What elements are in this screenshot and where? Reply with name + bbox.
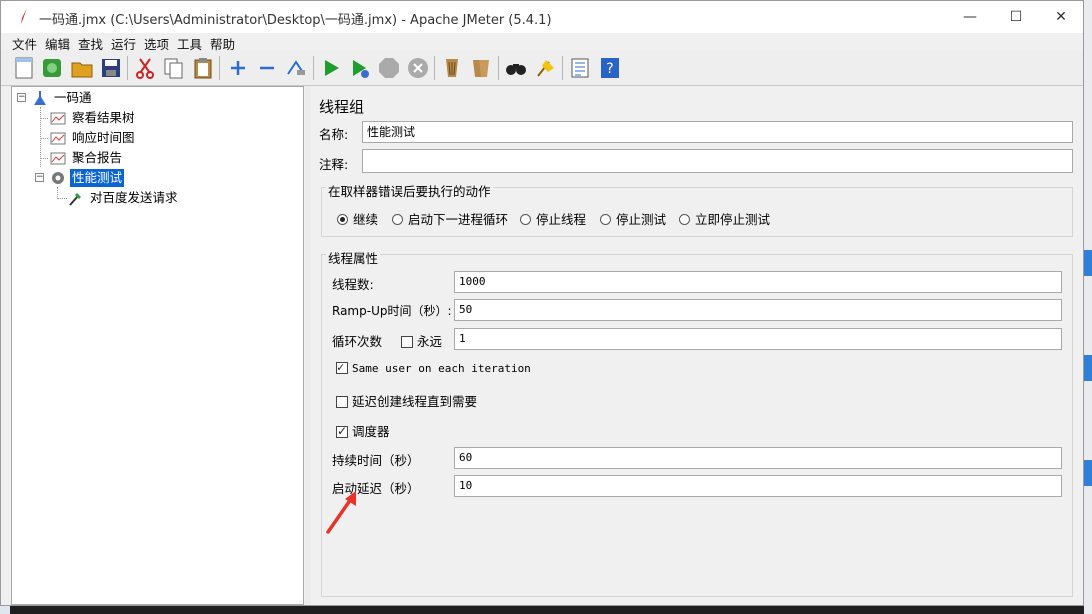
toggle-icon[interactable] — [284, 56, 308, 80]
collapse-thread-group-toggle[interactable]: − — [35, 173, 44, 182]
listener-chart-icon — [50, 132, 66, 145]
listener-chart-icon — [50, 152, 66, 165]
start-icon[interactable] — [319, 56, 343, 80]
desktop-widget — [1084, 460, 1092, 486]
duration-field[interactable]: 60 — [454, 447, 1062, 469]
expand-icon[interactable] — [226, 56, 250, 80]
thread-group-panel: 线程组 名称: 性能测试 注释: 在取样器错误后要执行的动作 继续 启动下一进程… — [311, 86, 1083, 605]
clear-all-icon[interactable] — [469, 56, 493, 80]
comment-label: 注释: — [319, 157, 349, 172]
checkbox-unchecked-icon — [401, 336, 413, 348]
jmeter-window: 一码通.jmx (C:\Users\Administrator\Desktop\… — [0, 0, 1084, 606]
radio-start-next-loop[interactable]: 启动下一进程循环 — [392, 209, 508, 228]
help-icon[interactable]: ? — [598, 56, 622, 80]
shutdown-icon[interactable] — [406, 56, 430, 80]
rampup-label: Ramp-Up时间（秒）: — [332, 304, 452, 318]
error-action-group: 在取样器错误后要执行的动作 继续 启动下一进程循环 停止线程 停止测试 立即停止… — [321, 181, 1073, 237]
toolbar: ? — [1, 51, 1083, 86]
radio-stop-test[interactable]: 停止测试 — [600, 209, 666, 228]
cut-icon[interactable] — [133, 56, 157, 80]
forever-checkbox[interactable]: 永远 — [401, 331, 442, 350]
startup-delay-field[interactable]: 10 — [454, 475, 1062, 497]
collapse-icon[interactable] — [255, 56, 279, 80]
stop-icon[interactable] — [377, 56, 401, 80]
checkbox-checked-icon — [336, 424, 348, 438]
threads-field[interactable]: 1000 — [454, 271, 1062, 293]
comment-field[interactable] — [362, 149, 1073, 173]
duration-label: 持续时间（秒） — [332, 453, 420, 468]
test-plan-tree: − 一码通 察看结果树 响应时间图 聚合报告 − 性能测试 对百度发送请求 — [11, 86, 304, 605]
new-icon[interactable] — [12, 56, 36, 80]
paste-icon[interactable] — [191, 56, 215, 80]
radio-stop-test-now[interactable]: 立即停止测试 — [679, 209, 770, 228]
radio-continue[interactable]: 继续 — [337, 209, 378, 228]
function-helper-icon[interactable] — [568, 56, 592, 80]
pipette-sampler-icon — [69, 193, 81, 206]
loop-count-label: 循环次数 — [332, 334, 383, 349]
maximize-button[interactable]: ☐ — [993, 3, 1039, 31]
desktop-widget — [1084, 355, 1092, 381]
scheduler-checkbox[interactable]: 调度器 — [336, 421, 390, 440]
checkbox-unchecked-icon — [336, 396, 348, 408]
open-icon[interactable] — [70, 56, 94, 80]
delay-thread-creation-checkbox[interactable]: 延迟创建线程直到需要 — [336, 391, 477, 410]
gear-icon — [52, 172, 64, 184]
rampup-field[interactable]: 50 — [454, 299, 1062, 321]
radio-unselected-icon — [520, 214, 531, 225]
desktop-widget — [1084, 250, 1092, 276]
name-label: 名称: — [319, 127, 349, 142]
templates-icon[interactable] — [40, 56, 64, 80]
window-title: 一码通.jmx (C:\Users\Administrator\Desktop\… — [39, 13, 552, 28]
annotation-arrow-icon — [326, 491, 356, 534]
threads-label: 线程数: — [332, 277, 374, 292]
test-plan-icon — [34, 91, 46, 105]
desktop-right-edge — [1084, 0, 1092, 614]
page-title: 线程组 — [319, 98, 365, 116]
search-icon[interactable] — [504, 56, 528, 80]
radio-unselected-icon — [600, 214, 611, 225]
thread-properties-group: 线程属性 线程数: 1000 Ramp-Up时间（秒）: 50 循环次数 永远 … — [321, 248, 1073, 597]
radio-stop-thread[interactable]: 停止线程 — [520, 209, 586, 228]
name-field[interactable]: 性能测试 — [362, 121, 1073, 143]
menu-bar: 文件 编辑 查找 运行 选项 工具 帮助 — [1, 33, 1083, 52]
minimize-button[interactable]: — — [947, 3, 993, 31]
radio-selected-icon — [337, 214, 348, 225]
save-icon[interactable] — [99, 56, 123, 80]
svg-text:?: ? — [606, 61, 613, 77]
checkbox-checked-icon — [336, 360, 348, 374]
radio-unselected-icon — [392, 214, 403, 225]
thread-properties-title: 线程属性 — [326, 248, 381, 267]
radio-unselected-icon — [679, 214, 690, 225]
clear-icon[interactable] — [440, 56, 464, 80]
error-action-title: 在取样器错误后要执行的动作 — [326, 181, 493, 200]
close-button[interactable]: ✕ — [1038, 3, 1084, 31]
listener-chart-icon — [50, 112, 66, 125]
start-no-pause-icon[interactable] — [348, 56, 372, 80]
copy-icon[interactable] — [162, 56, 186, 80]
loop-count-field[interactable]: 1 — [454, 328, 1062, 350]
reset-search-icon[interactable] — [533, 56, 557, 80]
jmeter-feather-icon — [21, 8, 27, 24]
same-user-checkbox[interactable]: Same user on each iteration — [336, 360, 531, 375]
title-bar: 一码通.jmx (C:\Users\Administrator\Desktop\… — [1, 1, 1083, 33]
collapse-root-toggle[interactable]: − — [17, 93, 26, 102]
